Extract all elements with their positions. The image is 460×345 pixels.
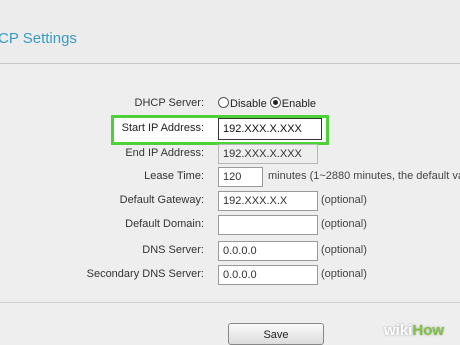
dns-server-note: (optional) <box>321 244 367 256</box>
dns-server-row: DNS Server: 0.0.0.0 (optional) <box>0 240 460 264</box>
secondary-dns-input[interactable]: 0.0.0.0 <box>218 265 318 285</box>
default-gateway-row: Default Gateway: 192.XXX.X.X (optional) <box>0 190 460 214</box>
dns-server-input[interactable]: 0.0.0.0 <box>218 241 318 261</box>
page-title: CP Settings <box>0 30 77 47</box>
save-button[interactable]: Save <box>228 323 324 345</box>
radio-enable[interactable] <box>269 97 281 108</box>
start-ip-input[interactable]: 192.XXX.X.XXX <box>218 118 322 140</box>
lease-time-input[interactable]: 120 <box>218 167 263 187</box>
radio-enable-label[interactable]: Enable <box>282 98 316 110</box>
secondary-dns-label: Secondary DNS Server: <box>86 268 204 280</box>
secondary-dns-row: Secondary DNS Server: 0.0.0.0 (optional) <box>0 264 460 288</box>
lease-time-note: minutes (1~2880 minutes, the default va <box>268 170 460 182</box>
dns-server-label: DNS Server: <box>142 244 204 256</box>
header-band: CP Settings <box>0 0 460 64</box>
default-domain-note: (optional) <box>321 218 367 230</box>
end-ip-row: End IP Address: 192.XXX.X.XXX <box>0 143 460 167</box>
default-domain-label: Default Domain: <box>125 218 204 230</box>
start-ip-label: Start IP Address: <box>121 122 204 134</box>
secondary-dns-note: (optional) <box>321 268 367 280</box>
default-gateway-note: (optional) <box>321 194 367 206</box>
end-ip-label: End IP Address: <box>125 147 204 159</box>
router-settings-page: CP Settings DHCP Server: Disable Enable … <box>0 0 460 345</box>
footer-divider <box>0 302 460 303</box>
default-domain-input[interactable] <box>218 215 318 235</box>
default-gateway-label: Default Gateway: <box>119 194 204 206</box>
radio-disable[interactable] <box>218 97 229 108</box>
end-ip-input[interactable]: 192.XXX.X.XXX <box>218 144 318 164</box>
dhcp-server-radio-group: Disable Enable <box>218 97 316 110</box>
dhcp-server-label: DHCP Server: <box>134 97 204 109</box>
default-domain-row: Default Domain: (optional) <box>0 214 460 238</box>
default-gateway-input[interactable]: 192.XXX.X.X <box>218 191 318 211</box>
radio-disable-label[interactable]: Disable <box>230 98 267 110</box>
dhcp-server-row: DHCP Server: Disable Enable <box>0 93 460 117</box>
lease-time-row: Lease Time: 120 minutes (1~2880 minutes,… <box>0 166 460 190</box>
wikihow-watermark: wikiHow <box>384 322 444 339</box>
watermark-wiki: wiki <box>384 322 413 339</box>
lease-time-label: Lease Time: <box>144 170 204 182</box>
watermark-how: How <box>412 322 445 339</box>
